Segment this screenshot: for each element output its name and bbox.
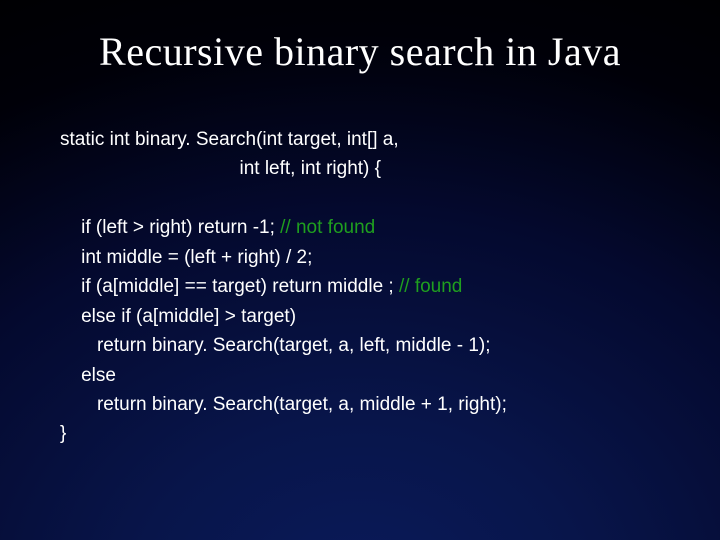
slide-title: Recursive binary search in Java: [60, 28, 660, 75]
code-line: static int binary. Search(int target, in…: [60, 129, 399, 150]
code-line: return binary. Search(target, a, left, m…: [60, 335, 491, 356]
code-line: else: [60, 365, 116, 386]
code-line: else if (a[middle] > target): [60, 306, 296, 327]
code-line: int left, int right) {: [60, 158, 381, 179]
code-line: return binary. Search(target, a, middle …: [60, 394, 507, 415]
code-line: int middle = (left + right) / 2;: [60, 247, 312, 268]
code-line: if (left > right) return -1;: [60, 217, 280, 238]
slide: Recursive binary search in Java static i…: [0, 0, 720, 540]
code-block: static int binary. Search(int target, in…: [60, 125, 660, 449]
code-line: if (a[middle] == target) return middle ;: [60, 276, 399, 297]
code-comment: // not found: [280, 217, 375, 238]
code-comment: // found: [399, 276, 462, 297]
code-line: }: [60, 423, 66, 444]
